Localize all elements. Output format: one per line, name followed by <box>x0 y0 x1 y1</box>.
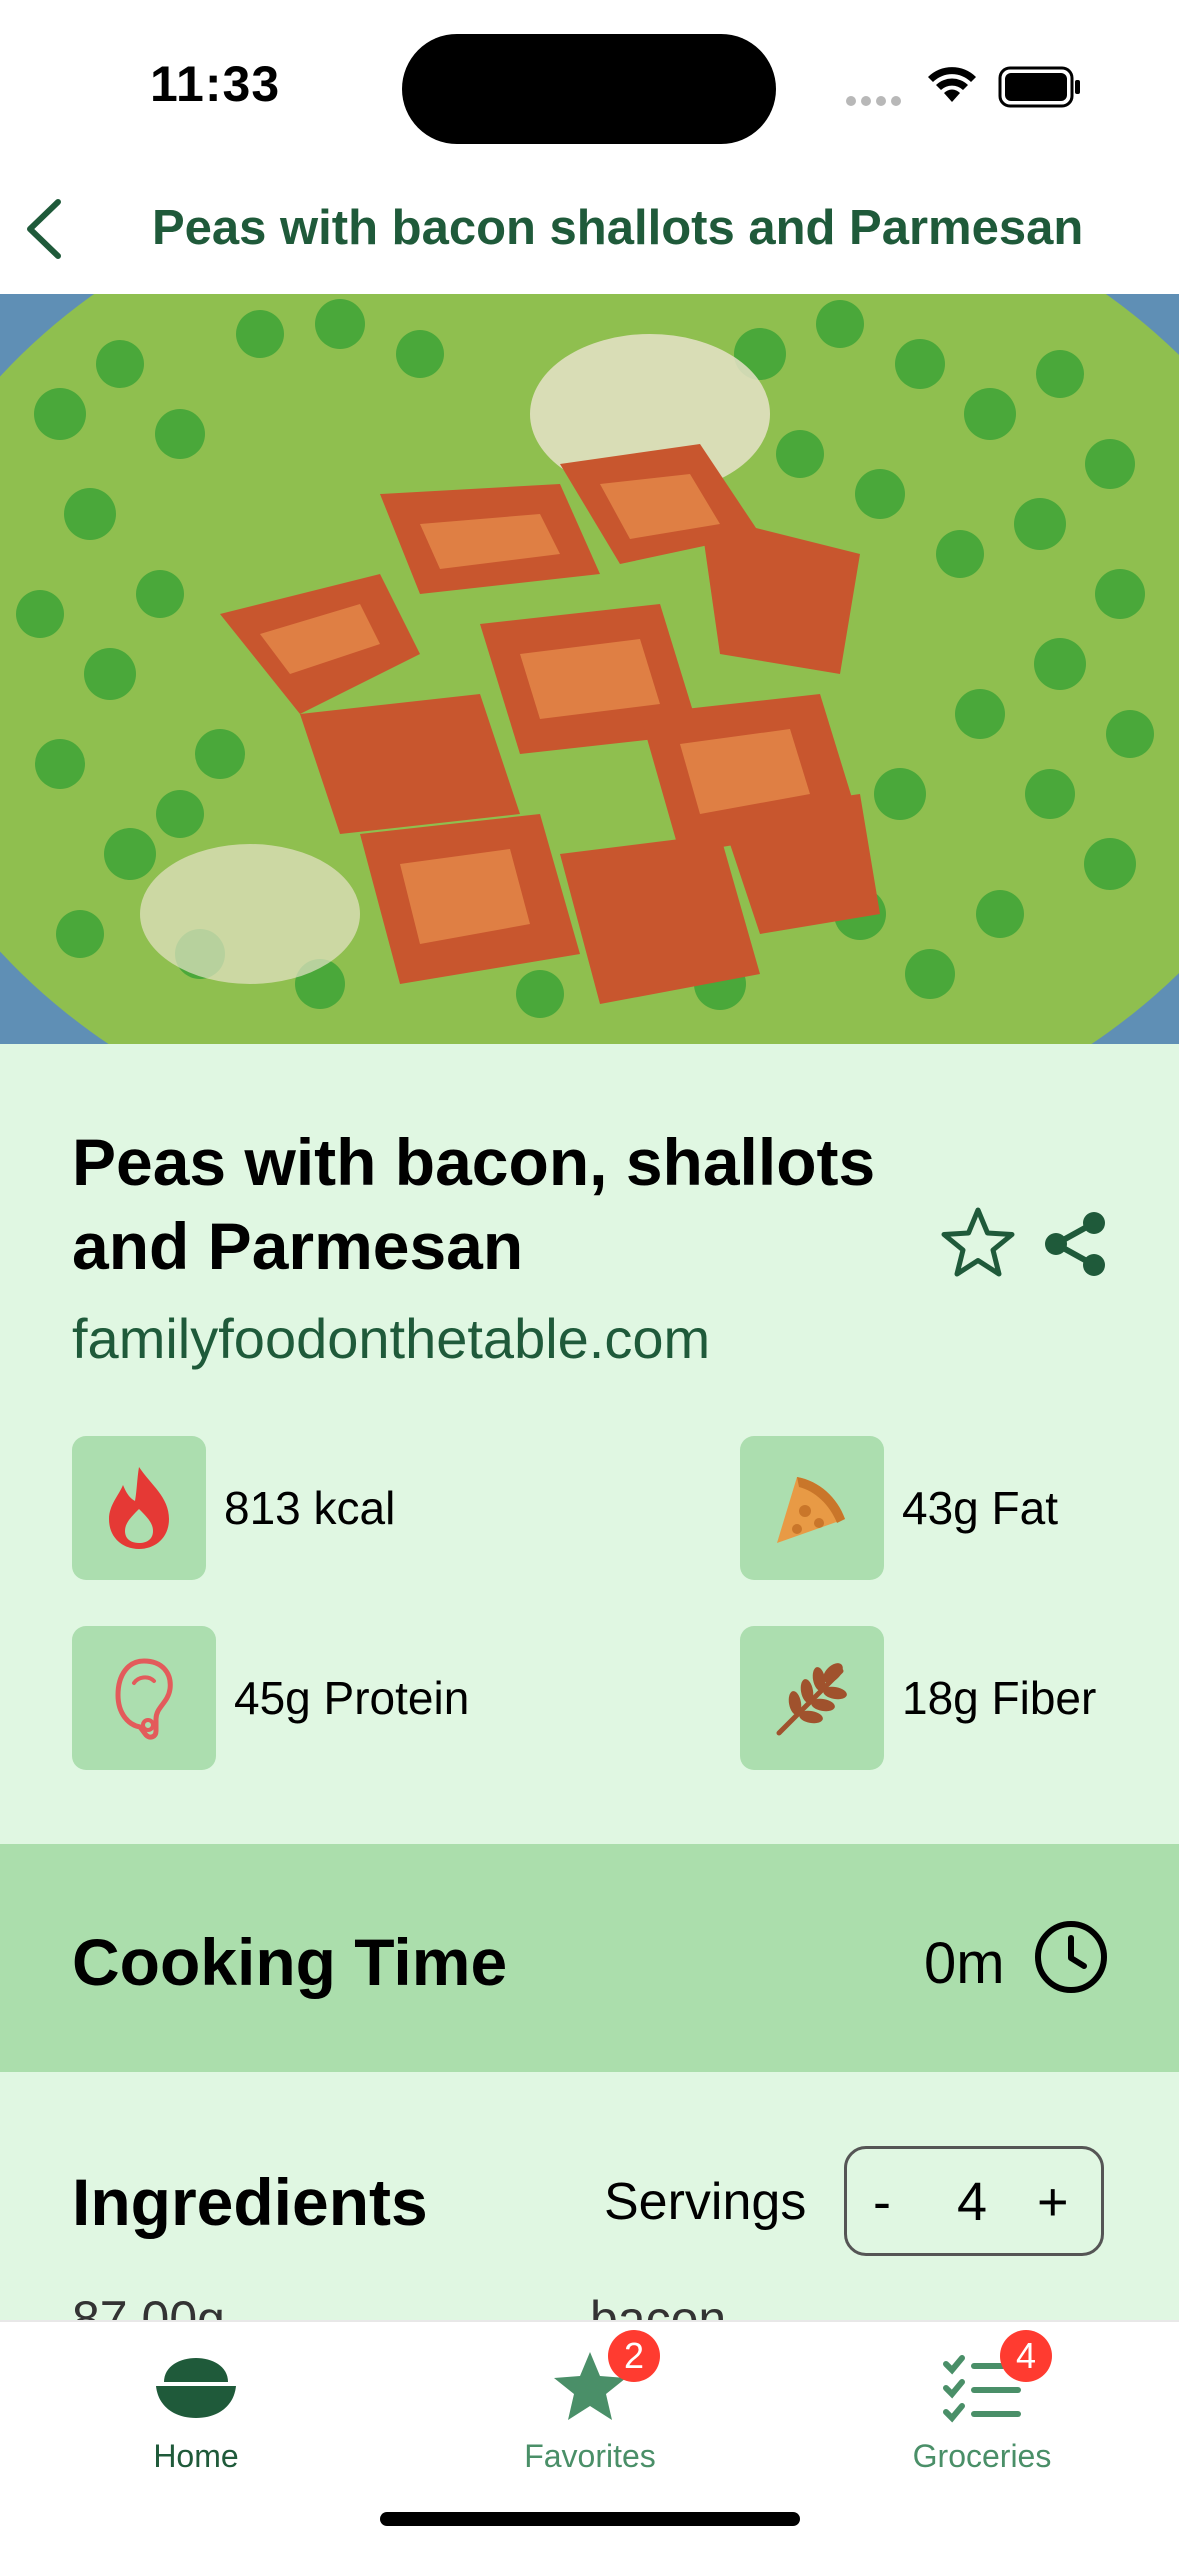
meat-icon <box>72 1626 216 1770</box>
servings-label: Servings <box>604 2173 807 2231</box>
fiber-value: 18g Fiber <box>902 1672 1097 1724</box>
recipe-details: Peas with bacon, shallots and Parmesan f… <box>0 1044 1179 2320</box>
ingredients-heading: Ingredients <box>72 2165 428 2239</box>
share-icon[interactable] <box>1040 1209 1110 1279</box>
ingredient-name: bacon <box>590 2291 727 2320</box>
battery-icon <box>998 66 1080 108</box>
servings-value: 4 <box>957 2172 988 2232</box>
tab-favorites[interactable]: 2 Favorites <box>440 2322 740 2492</box>
navigation-bar: Peas with bacon shallots and Parmesan <box>0 170 1179 296</box>
chevron-left-icon[interactable] <box>20 194 70 264</box>
increase-servings-button[interactable]: + <box>1037 2171 1069 2233</box>
nutrition-protein: 45g Protein <box>72 1626 469 1770</box>
groceries-badge: 4 <box>1000 2330 1052 2382</box>
calories-value: 813 kcal <box>224 1482 396 1534</box>
recipe-title: Peas with bacon, shallots and Parmesan <box>72 1125 876 1283</box>
tab-groceries[interactable]: 4 Groceries <box>832 2322 1132 2492</box>
tab-groceries-label: Groceries <box>912 2438 1052 2474</box>
recipe-source-link[interactable]: familyfoodonthetable.com <box>72 1306 710 1371</box>
favorites-badge: 2 <box>608 2330 660 2382</box>
flame-icon <box>72 1436 206 1580</box>
home-indicator <box>380 2512 800 2526</box>
cooking-time-label: Cooking Time <box>72 1925 508 1999</box>
wifi-icon <box>928 67 976 102</box>
tab-favorites-label: Favorites <box>524 2438 656 2474</box>
bowl-icon <box>156 2358 236 2418</box>
nutrition-calories: 813 kcal <box>72 1436 395 1580</box>
dynamic-island <box>402 34 776 144</box>
tab-home[interactable]: Home <box>46 2322 346 2492</box>
cooking-time-section: Cooking Time 0m <box>0 1844 1179 2072</box>
ingredient-amount: 87.00g <box>72 2291 225 2320</box>
nutrition-fat: 43g Fat <box>740 1436 1058 1580</box>
cellular-signal-icon <box>846 93 906 111</box>
decrease-servings-button[interactable]: - <box>873 2171 891 2233</box>
cooking-time-value: 0m <box>924 1931 1005 1996</box>
status-time: 11:33 <box>150 56 281 112</box>
star-outline-icon[interactable] <box>938 1204 1018 1284</box>
nutrition-fiber: 18g Fiber <box>740 1626 1096 1770</box>
servings-stepper: - 4 + <box>844 2146 1104 2256</box>
clock-icon <box>1035 1921 1107 1993</box>
nav-title: Peas with bacon shallots and Parmesan <box>152 201 1084 255</box>
recipe-photo <box>0 294 1179 1044</box>
pizza-icon <box>740 1436 884 1580</box>
tab-home-label: Home <box>153 2438 239 2474</box>
protein-value: 45g Protein <box>234 1672 470 1724</box>
wheat-icon <box>740 1626 884 1770</box>
status-bar: 11:33 <box>0 0 1179 170</box>
fat-value: 43g Fat <box>902 1482 1058 1534</box>
